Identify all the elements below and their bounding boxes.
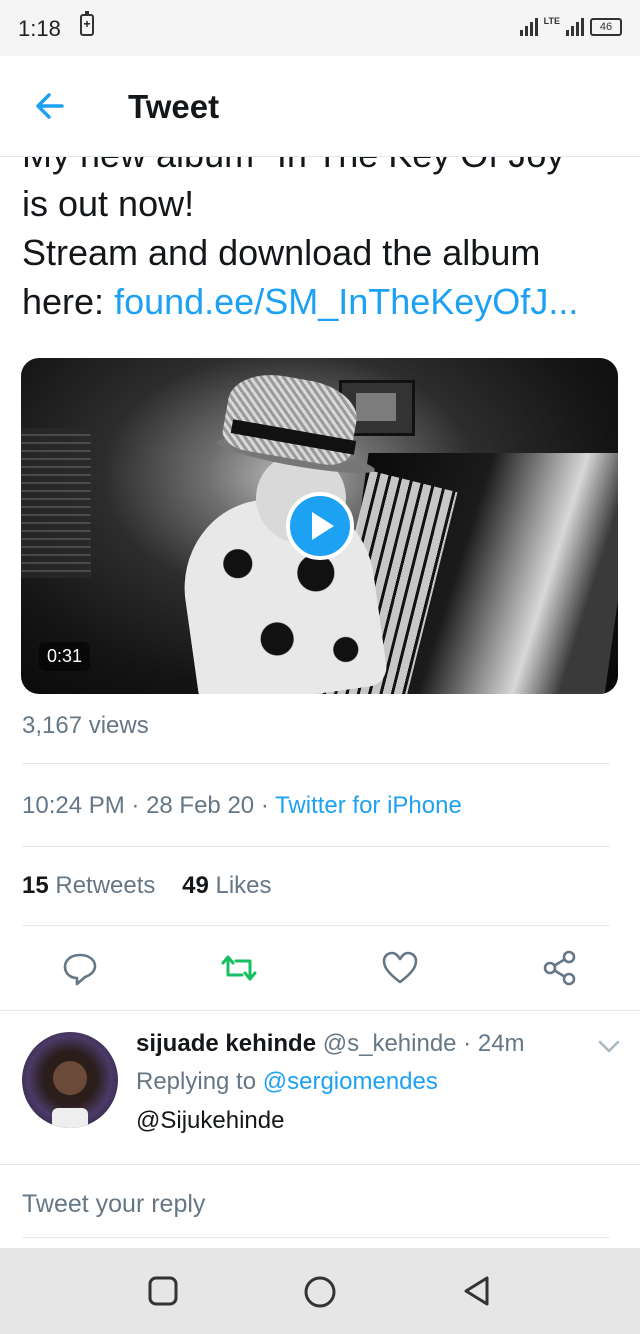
play-button[interactable] — [286, 492, 354, 560]
reply-display-name[interactable]: sijuade kehinde — [136, 1030, 316, 1057]
view-count: 3,167 views — [22, 712, 149, 739]
background-instrument — [21, 428, 91, 578]
share-icon[interactable] — [540, 948, 580, 988]
arrow-left-icon[interactable] — [30, 86, 70, 126]
divider — [22, 1237, 610, 1238]
reply-composer[interactable]: Tweet your reply — [22, 1190, 205, 1219]
tweet-text: My new album "In The Key Of Joy" is out … — [22, 130, 622, 326]
reply-text: @Sijukehinde — [136, 1107, 285, 1134]
replying-handle-link[interactable]: @sergiomendes — [263, 1068, 438, 1095]
status-indicators: LTE 46 — [519, 14, 622, 36]
divider — [22, 846, 610, 847]
tweet-date: 28 Feb 20 — [146, 792, 255, 819]
chevron-down-icon[interactable] — [598, 1040, 620, 1054]
back-icon[interactable] — [460, 1274, 494, 1308]
status-time: 1:18 — [18, 16, 61, 41]
replying-prefix: Replying to — [136, 1068, 263, 1095]
reply-header: sijuade kehinde @s_kehinde · 24m — [136, 1030, 525, 1057]
avatar[interactable] — [22, 1032, 118, 1128]
likes-count-link[interactable]: 49 Likes — [182, 872, 271, 899]
play-icon — [312, 512, 334, 540]
engagement-counts: 15 Retweets 49 Likes — [22, 872, 272, 900]
tweet-text-prefix: here: — [22, 281, 115, 322]
status-bar: 1:18 + LTE 46 — [0, 0, 640, 56]
page-title: Tweet — [128, 88, 220, 125]
divider — [22, 925, 610, 926]
battery-icon: 46 — [590, 18, 622, 36]
signal-icon-2 — [566, 14, 584, 36]
home-icon[interactable] — [302, 1274, 338, 1310]
reply-handle: @s_kehinde — [322, 1030, 457, 1057]
recents-icon[interactable] — [146, 1274, 180, 1308]
retweets-count-link[interactable]: 15 Retweets — [22, 872, 155, 899]
tweet-time: 10:24 PM — [22, 792, 125, 819]
divider — [0, 1164, 640, 1165]
system-nav-bar — [0, 1248, 640, 1334]
divider — [22, 763, 610, 764]
retweet-icon[interactable] — [219, 948, 259, 988]
tweet-actions — [0, 940, 640, 1000]
tweet-text-line: here: found.ee/SM_InTheKeyOfJ... — [22, 277, 622, 326]
video-duration: 0:31 — [39, 642, 91, 671]
signal-icon — [519, 14, 538, 36]
app-bar: Tweet — [0, 56, 640, 157]
divider — [0, 1010, 640, 1011]
replying-to: Replying to @sergiomendes — [136, 1068, 438, 1096]
network-type: LTE — [543, 16, 560, 26]
tweet-metadata: 10:24 PM · 28 Feb 20 · Twitter for iPhon… — [22, 792, 462, 819]
like-icon[interactable] — [380, 948, 420, 988]
tweet-source-link[interactable]: Twitter for iPhone — [275, 792, 462, 819]
reply-icon[interactable] — [60, 948, 100, 988]
reply-age: 24m — [477, 1030, 525, 1057]
battery-saver-icon: + — [80, 11, 94, 36]
video-player[interactable]: 0:31 — [21, 358, 618, 694]
tweet-text-line: Stream and download the album — [22, 232, 541, 273]
tweet-link[interactable]: found.ee/SM_InTheKeyOfJ... — [114, 281, 578, 322]
tweet-text-line: is out now! — [22, 183, 195, 224]
